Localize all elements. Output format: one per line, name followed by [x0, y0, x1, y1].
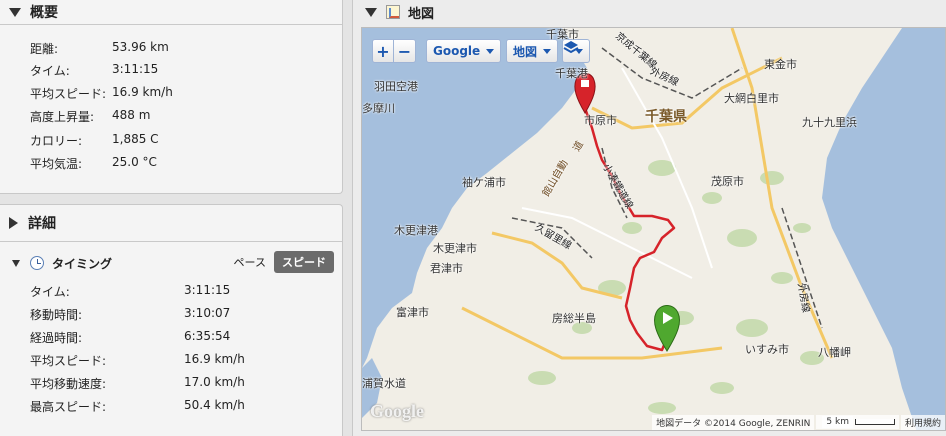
- timing-row-elapsed-time: 経過時間: 6:35:54: [30, 329, 231, 345]
- place-label: 千葉港: [555, 67, 588, 80]
- map-layers-select[interactable]: [562, 39, 590, 63]
- zoom-in-button[interactable]: +: [372, 39, 394, 63]
- zoom-controls: + −: [372, 39, 416, 63]
- zoom-out-button[interactable]: −: [394, 39, 416, 63]
- pace-toggle-button[interactable]: ペース: [226, 251, 274, 273]
- activity-sidebar: 概要 距離: 53.96 km タイム: 3:11:15 平均スピード: 16.…: [0, 0, 344, 436]
- place-label: 八幡岬: [818, 346, 851, 359]
- place-label: 富津市: [396, 306, 429, 319]
- place-label: 茂原市: [711, 175, 744, 188]
- place-label: 千葉県: [645, 109, 687, 125]
- summary-row-avg-temp: 平均気温: 25.0 °C: [30, 155, 157, 171]
- summary-row-calories: カロリー: 1,885 C: [30, 132, 159, 148]
- map-panel: 地図 + − Google 地図 千葉市 千葉港 羽田空港 多摩川 市原市 千葉…: [352, 0, 946, 436]
- summary-row-elevation-gain: 高度上昇量: 488 m: [30, 108, 151, 124]
- chevron-down-icon: [486, 48, 495, 54]
- place-label: 君津市: [430, 262, 463, 275]
- map-type-select[interactable]: 地図: [506, 39, 559, 63]
- summary-row-avg-speed: 平均スピード: 16.9 km/h: [30, 85, 173, 101]
- place-label: 木更津市: [433, 242, 477, 255]
- chevron-down-icon: [543, 48, 552, 54]
- place-label: 市原市: [584, 114, 617, 127]
- collapse-triangle-icon[interactable]: [9, 7, 21, 17]
- place-label: 羽田空港: [374, 80, 418, 93]
- timing-row-moving-time: 移動時間: 3:10:07: [30, 306, 231, 322]
- expand-triangle-icon[interactable]: [9, 217, 18, 229]
- place-label: 袖ケ浦市: [462, 176, 506, 189]
- collapse-triangle-icon[interactable]: [12, 259, 20, 267]
- divider: [0, 241, 342, 242]
- summary-header[interactable]: 概要: [0, 0, 342, 24]
- divider: [0, 24, 342, 25]
- map-header[interactable]: 地図: [353, 0, 946, 24]
- attribution-text: 地図データ ©2014 Google, ZENRIN: [652, 414, 815, 430]
- timing-row-avg-speed: 平均スピード: 16.9 km/h: [30, 352, 245, 368]
- map-icon: [386, 5, 400, 19]
- collapse-triangle-icon[interactable]: [365, 7, 377, 17]
- summary-title: 概要: [30, 5, 58, 21]
- summary-row-distance: 距離: 53.96 km: [30, 40, 169, 56]
- place-label: いすみ市: [745, 343, 789, 356]
- layers-icon: [563, 41, 579, 54]
- google-logo: Google: [370, 401, 424, 421]
- speed-toggle-button[interactable]: スピード: [274, 251, 334, 273]
- timing-title: タイミング: [52, 256, 113, 271]
- route-map[interactable]: + − Google 地図 千葉市 千葉港 羽田空港 多摩川 市原市 千葉県 東…: [361, 27, 946, 431]
- place-label: 東金市: [764, 58, 797, 71]
- clock-icon: [30, 256, 44, 270]
- map-canvas: [362, 28, 945, 430]
- summary-panel: 概要 距離: 53.96 km タイム: 3:11:15 平均スピード: 16.…: [0, 0, 343, 194]
- map-attribution-bar: 地図データ ©2014 Google, ZENRIN 5 km 利用規約: [650, 414, 945, 430]
- map-provider-select[interactable]: Google: [426, 39, 502, 63]
- details-panel: 詳細 タイミング ペース スピード タイム: 3:11:15 移動時間: 3:1…: [0, 204, 343, 436]
- pacific-water: [822, 28, 945, 430]
- timing-row-time: タイム: 3:11:15: [30, 283, 231, 299]
- pace-speed-toggle: ペース スピード: [226, 251, 334, 273]
- place-label: 大網白里市: [724, 92, 779, 105]
- scale-bar: [854, 419, 895, 425]
- summary-row-time: タイム: 3:11:15: [30, 62, 159, 78]
- map-title: 地図: [408, 6, 435, 22]
- map-scale: 5 km: [816, 415, 899, 429]
- place-label: 九十九里浜: [802, 116, 857, 129]
- timing-row-avg-moving-speed: 平均移動速度: 17.0 km/h: [30, 375, 245, 391]
- terms-link[interactable]: 利用規約: [900, 414, 945, 430]
- timing-row-max-speed: 最高スピード: 50.4 km/h: [30, 398, 245, 414]
- place-label: 房総半島: [552, 312, 596, 325]
- place-label: 木更津港: [394, 224, 438, 237]
- place-label: 多摩川: [362, 102, 395, 115]
- green-areas: [528, 160, 824, 414]
- start-marker-icon: [653, 305, 681, 352]
- place-label: 千葉市: [546, 28, 579, 41]
- details-title: 詳細: [28, 216, 56, 232]
- details-header[interactable]: 詳細: [0, 211, 342, 235]
- place-label: 浦賀水道: [362, 377, 406, 390]
